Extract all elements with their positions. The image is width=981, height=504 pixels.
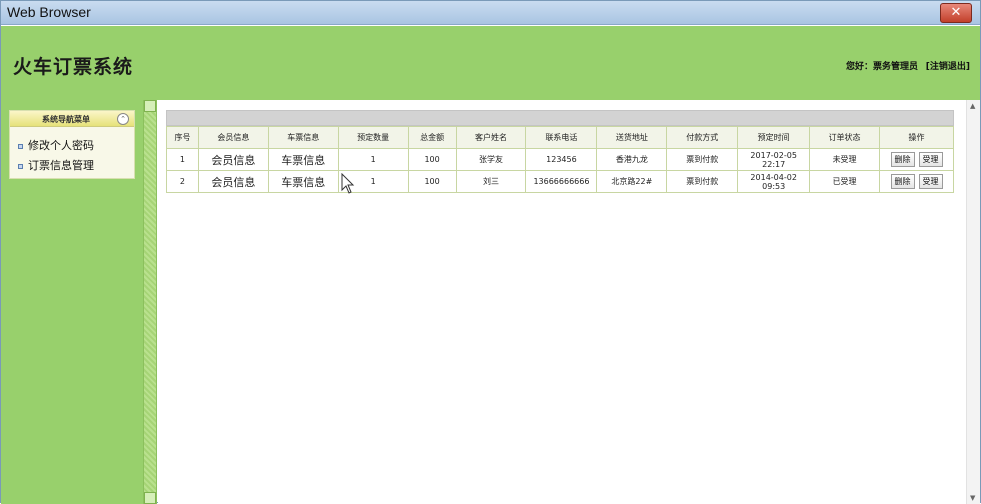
- sidebar-item-change-password[interactable]: 修改个人密码: [18, 137, 94, 153]
- sidebar-item-label: 订票信息管理: [28, 159, 94, 172]
- sidebar: 系统导航菜单 ⌃ 修改个人密码 订票信息管理: [1, 100, 143, 504]
- member-info-link[interactable]: 会员信息: [197, 170, 269, 193]
- delete-button[interactable]: 删除: [890, 174, 915, 189]
- ticket-info-link[interactable]: 车票信息: [267, 148, 339, 171]
- cell-address: 香港九龙: [596, 148, 668, 171]
- splitter-toggle-top[interactable]: [144, 100, 156, 112]
- accept-button[interactable]: 受理: [918, 174, 943, 189]
- cell-amount: 100: [407, 170, 457, 193]
- cell-actions: 删除 受理: [879, 148, 954, 171]
- column-header: 联系电话: [525, 126, 598, 149]
- column-header: 送货地址: [596, 126, 668, 149]
- title-bar: Web Browser ✕: [1, 1, 980, 25]
- column-header: 付款方式: [666, 126, 739, 149]
- splitter-toggle-bottom[interactable]: [144, 492, 156, 504]
- nav-menu: 系统导航菜单 ⌃ 修改个人密码 订票信息管理: [9, 110, 135, 179]
- vertical-scrollbar[interactable]: ▲ ▼: [966, 100, 980, 504]
- scroll-down-icon[interactable]: ▼: [970, 494, 975, 502]
- frame-splitter[interactable]: [143, 100, 157, 504]
- collapse-icon[interactable]: ⌃: [117, 113, 129, 125]
- mouse-cursor-icon: [341, 173, 355, 194]
- cell-amount: 100: [407, 148, 457, 171]
- accept-button[interactable]: 受理: [918, 152, 943, 167]
- app-title: 火车订票系统: [13, 56, 134, 78]
- table-row: 2 会员信息 车票信息 1 100 刘三 13666666666 北京路22# …: [166, 170, 954, 193]
- column-header: 预定数量: [337, 126, 409, 149]
- bullet-icon: [18, 163, 23, 169]
- cell-payment: 票到付款: [666, 170, 739, 193]
- sidebar-item-label: 修改个人密码: [28, 139, 94, 152]
- cell-customer-name: 刘三: [455, 170, 527, 193]
- nav-menu-header[interactable]: 系统导航菜单 ⌃: [10, 111, 134, 127]
- cell-no: 1: [166, 148, 199, 171]
- member-info-link[interactable]: 会员信息: [197, 148, 269, 171]
- column-header: 预定时间: [737, 126, 811, 149]
- column-header: 客户姓名: [455, 126, 527, 149]
- bullet-icon: [18, 143, 23, 149]
- scroll-up-icon[interactable]: ▲: [970, 102, 975, 110]
- greeting-text: 您好：票务管理员: [845, 62, 918, 72]
- table-caption-bar: [166, 110, 954, 126]
- cell-payment: 票到付款: [666, 148, 739, 171]
- ticket-info-link[interactable]: 车票信息: [267, 170, 339, 193]
- column-header: 序号: [166, 126, 199, 149]
- cell-time: 2017-02-05 22:17: [737, 148, 811, 171]
- table-row: 1 会员信息 车票信息 1 100 张学友 123456 香港九龙 票到付款 2…: [166, 148, 954, 171]
- window-title: Web Browser: [7, 4, 91, 20]
- cell-address: 北京路22#: [596, 170, 668, 193]
- logout-link[interactable]: [注销退出]: [926, 59, 970, 72]
- column-header: 操作: [879, 126, 954, 149]
- sidebar-item-order-management[interactable]: 订票信息管理: [18, 157, 94, 173]
- cell-status: 已受理: [809, 170, 881, 193]
- orders-table: 序号 会员信息 车票信息 预定数量 总金额 客户姓名 联系电话 送货地址 付款方…: [166, 126, 954, 193]
- column-header: 会员信息: [197, 126, 269, 149]
- cell-actions: 删除 受理: [879, 170, 954, 193]
- app-header: 火车订票系统 您好：票务管理员 [注销退出]: [1, 26, 980, 100]
- cell-phone: 123456: [525, 148, 598, 171]
- column-header: 订单状态: [809, 126, 881, 149]
- table-header-row: 序号 会员信息 车票信息 预定数量 总金额 客户姓名 联系电话 送货地址 付款方…: [166, 126, 954, 149]
- cell-no: 2: [166, 170, 199, 193]
- column-header: 总金额: [407, 126, 457, 149]
- close-button[interactable]: ✕: [940, 3, 972, 23]
- cell-time: 2014-04-02 09:53: [737, 170, 811, 193]
- cell-qty: 1: [337, 148, 409, 171]
- column-header: 车票信息: [267, 126, 339, 149]
- cell-status: 未受理: [809, 148, 881, 171]
- cell-phone: 13666666666: [525, 170, 598, 193]
- main-content: 序号 会员信息 车票信息 预定数量 总金额 客户姓名 联系电话 送货地址 付款方…: [158, 100, 966, 504]
- browser-window: Web Browser ✕ 火车订票系统 您好：票务管理员 [注销退出] 系统导…: [0, 0, 981, 504]
- delete-button[interactable]: 删除: [890, 152, 915, 167]
- nav-menu-title: 系统导航菜单: [42, 115, 90, 124]
- cell-customer-name: 张学友: [455, 148, 527, 171]
